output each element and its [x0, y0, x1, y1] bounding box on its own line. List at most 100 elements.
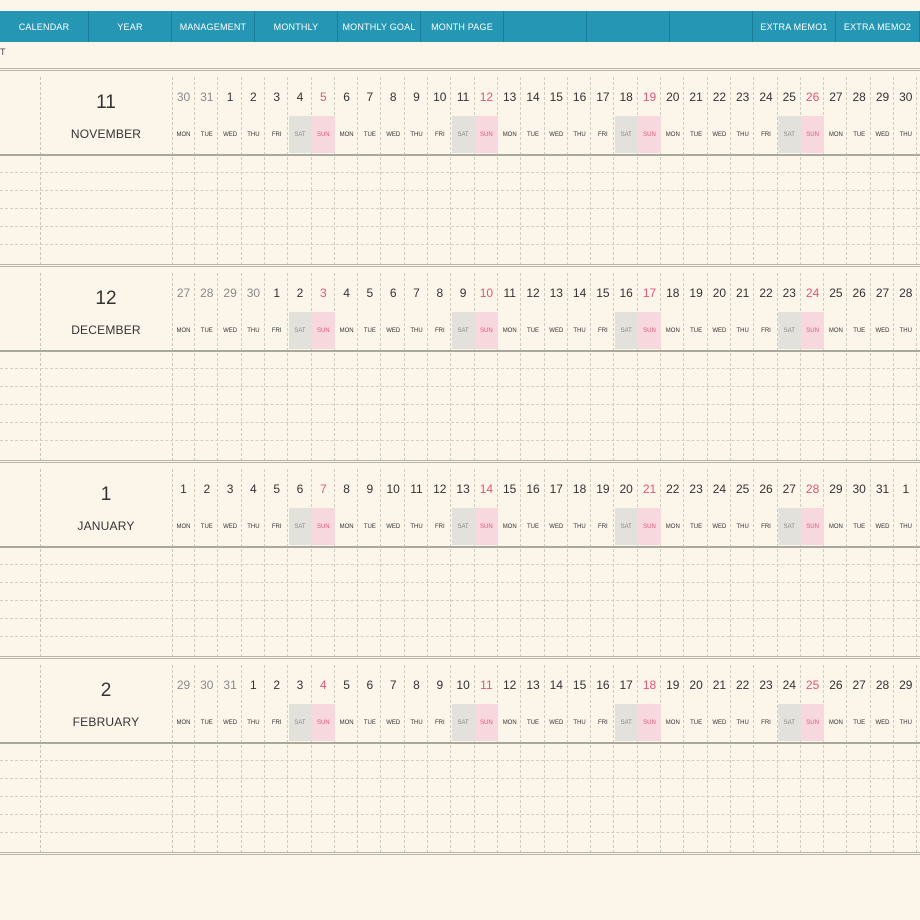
- day-column[interactable]: 9 TUE: [358, 469, 382, 657]
- day-column[interactable]: 22 MON: [661, 469, 685, 657]
- day-column[interactable]: 8 MON: [335, 469, 359, 657]
- day-column[interactable]: 13 SAT: [451, 469, 475, 657]
- day-column[interactable]: 15 THU: [568, 665, 592, 853]
- tab-calendar[interactable]: CALENDAR: [0, 11, 89, 42]
- day-column[interactable]: 30 THU: [894, 77, 918, 265]
- day-column[interactable]: 23 TUE: [685, 469, 708, 657]
- day-column[interactable]: 30 TUE: [195, 665, 219, 853]
- tab-monthly-goal[interactable]: MONTHLY GOAL: [338, 11, 421, 42]
- tab-extra-memo1[interactable]: EXTRA MEMO1: [753, 11, 836, 42]
- tab-management[interactable]: MANAGEMENT: [172, 11, 255, 42]
- day-column[interactable]: 4 MON: [335, 273, 359, 461]
- day-column[interactable]: 22 FRI: [755, 273, 778, 461]
- day-column[interactable]: 14 WED: [545, 665, 568, 853]
- day-column[interactable]: 31 TUE: [195, 77, 219, 265]
- day-column[interactable]: 10 FRI: [428, 77, 452, 265]
- day-column[interactable]: 13 TUE: [522, 665, 545, 853]
- day-column[interactable]: 29 MON: [172, 665, 195, 853]
- day-column[interactable]: 19 SUN: [638, 77, 661, 265]
- day-column[interactable]: 26 FRI: [755, 469, 778, 657]
- day-column[interactable]: 28 THU: [894, 273, 918, 461]
- day-column[interactable]: 7 TUE: [358, 77, 382, 265]
- day-column[interactable]: 20 SAT: [614, 469, 638, 657]
- day-column[interactable]: 12 TUE: [522, 273, 545, 461]
- day-column[interactable]: 17 WED: [545, 469, 568, 657]
- day-column[interactable]: 25 MON: [824, 273, 848, 461]
- day-column[interactable]: 11 SUN: [474, 665, 498, 853]
- day-column[interactable]: 20 TUE: [685, 665, 708, 853]
- day-column[interactable]: 23 FRI: [755, 665, 778, 853]
- day-column[interactable]: 10 WED: [382, 469, 405, 657]
- tab-monthly[interactable]: MONTHLY: [255, 11, 338, 42]
- day-column[interactable]: 3 FRI: [265, 77, 289, 265]
- day-column[interactable]: 8 THU: [405, 665, 428, 853]
- day-column[interactable]: 17 SAT: [614, 665, 638, 853]
- day-column[interactable]: 30 TUE: [848, 469, 871, 657]
- day-column[interactable]: 1 WED: [219, 77, 242, 265]
- day-column[interactable]: 3 SAT: [288, 665, 312, 853]
- day-column[interactable]: 6 TUE: [358, 665, 382, 853]
- day-column[interactable]: 24 WED: [708, 469, 731, 657]
- day-column[interactable]: 21 TUE: [685, 77, 708, 265]
- day-column[interactable]: 22 WED: [708, 77, 731, 265]
- day-column[interactable]: 21 THU: [731, 273, 755, 461]
- day-column[interactable]: 21 WED: [708, 665, 731, 853]
- day-column[interactable]: 18 SAT: [614, 77, 638, 265]
- day-column[interactable]: 18 SUN: [638, 665, 661, 853]
- day-column[interactable]: 4 THU: [242, 469, 265, 657]
- day-column[interactable]: 6 WED: [382, 273, 405, 461]
- day-column[interactable]: 15 MON: [498, 469, 522, 657]
- day-column[interactable]: 7 SUN: [311, 469, 335, 657]
- day-column[interactable]: 4 SUN: [311, 665, 335, 853]
- day-column[interactable]: 28 SUN: [801, 469, 825, 657]
- day-column[interactable]: 2 THU: [242, 77, 265, 265]
- day-column[interactable]: 26 TUE: [848, 273, 871, 461]
- day-column[interactable]: 12 MON: [498, 665, 522, 853]
- day-column[interactable]: 27 WED: [871, 273, 894, 461]
- day-column[interactable]: 26 MON: [824, 665, 848, 853]
- day-column[interactable]: 25 SAT: [777, 77, 801, 265]
- day-column[interactable]: 14 TUE: [522, 77, 545, 265]
- day-column[interactable]: 9 FRI: [428, 665, 452, 853]
- day-column[interactable]: 3 SUN: [311, 273, 335, 461]
- day-column[interactable]: 31 WED: [871, 469, 894, 657]
- day-column[interactable]: 31 WED: [219, 665, 242, 853]
- day-column[interactable]: 1 FRI: [265, 273, 289, 461]
- day-column[interactable]: 12 FRI: [428, 469, 452, 657]
- day-column[interactable]: 16 TUE: [522, 469, 545, 657]
- day-column[interactable]: 5 MON: [335, 665, 359, 853]
- day-column[interactable]: 16 FRI: [591, 665, 615, 853]
- day-column[interactable]: 1 THU: [242, 665, 265, 853]
- day-column[interactable]: 16 SAT: [614, 273, 638, 461]
- day-column[interactable]: 26 SUN: [801, 77, 825, 265]
- day-column[interactable]: 12 SUN: [474, 77, 498, 265]
- day-column[interactable]: 1 THU: [894, 469, 918, 657]
- tab-year[interactable]: YEAR: [89, 11, 172, 42]
- day-column[interactable]: 20 MON: [661, 77, 685, 265]
- day-column[interactable]: 16 THU: [568, 77, 592, 265]
- tab-extra-memo2[interactable]: EXTRA MEMO2: [836, 11, 920, 42]
- day-column[interactable]: 8 WED: [382, 77, 405, 265]
- day-column[interactable]: 17 FRI: [591, 77, 615, 265]
- day-column[interactable]: 27 MON: [824, 77, 848, 265]
- day-column[interactable]: 28 TUE: [195, 273, 219, 461]
- day-column[interactable]: 6 SAT: [288, 469, 312, 657]
- day-column[interactable]: 2 FRI: [265, 665, 289, 853]
- day-column[interactable]: 11 MON: [498, 273, 522, 461]
- day-column[interactable]: 24 FRI: [755, 77, 778, 265]
- day-column[interactable]: 25 SUN: [801, 665, 825, 853]
- day-column[interactable]: 11 SAT: [451, 77, 475, 265]
- day-column[interactable]: 30 MON: [172, 77, 195, 265]
- day-column[interactable]: 13 WED: [545, 273, 568, 461]
- day-column[interactable]: 20 WED: [708, 273, 731, 461]
- day-column[interactable]: 27 MON: [172, 273, 195, 461]
- day-column[interactable]: 15 WED: [545, 77, 568, 265]
- day-column[interactable]: 5 FRI: [265, 469, 289, 657]
- day-column[interactable]: 29 WED: [871, 77, 894, 265]
- day-column[interactable]: 8 FRI: [428, 273, 452, 461]
- day-column[interactable]: 28 TUE: [848, 77, 871, 265]
- day-column[interactable]: 5 TUE: [358, 273, 382, 461]
- tab-empty-6[interactable]: [504, 11, 587, 42]
- day-column[interactable]: 19 FRI: [591, 469, 615, 657]
- day-column[interactable]: 14 SUN: [474, 469, 498, 657]
